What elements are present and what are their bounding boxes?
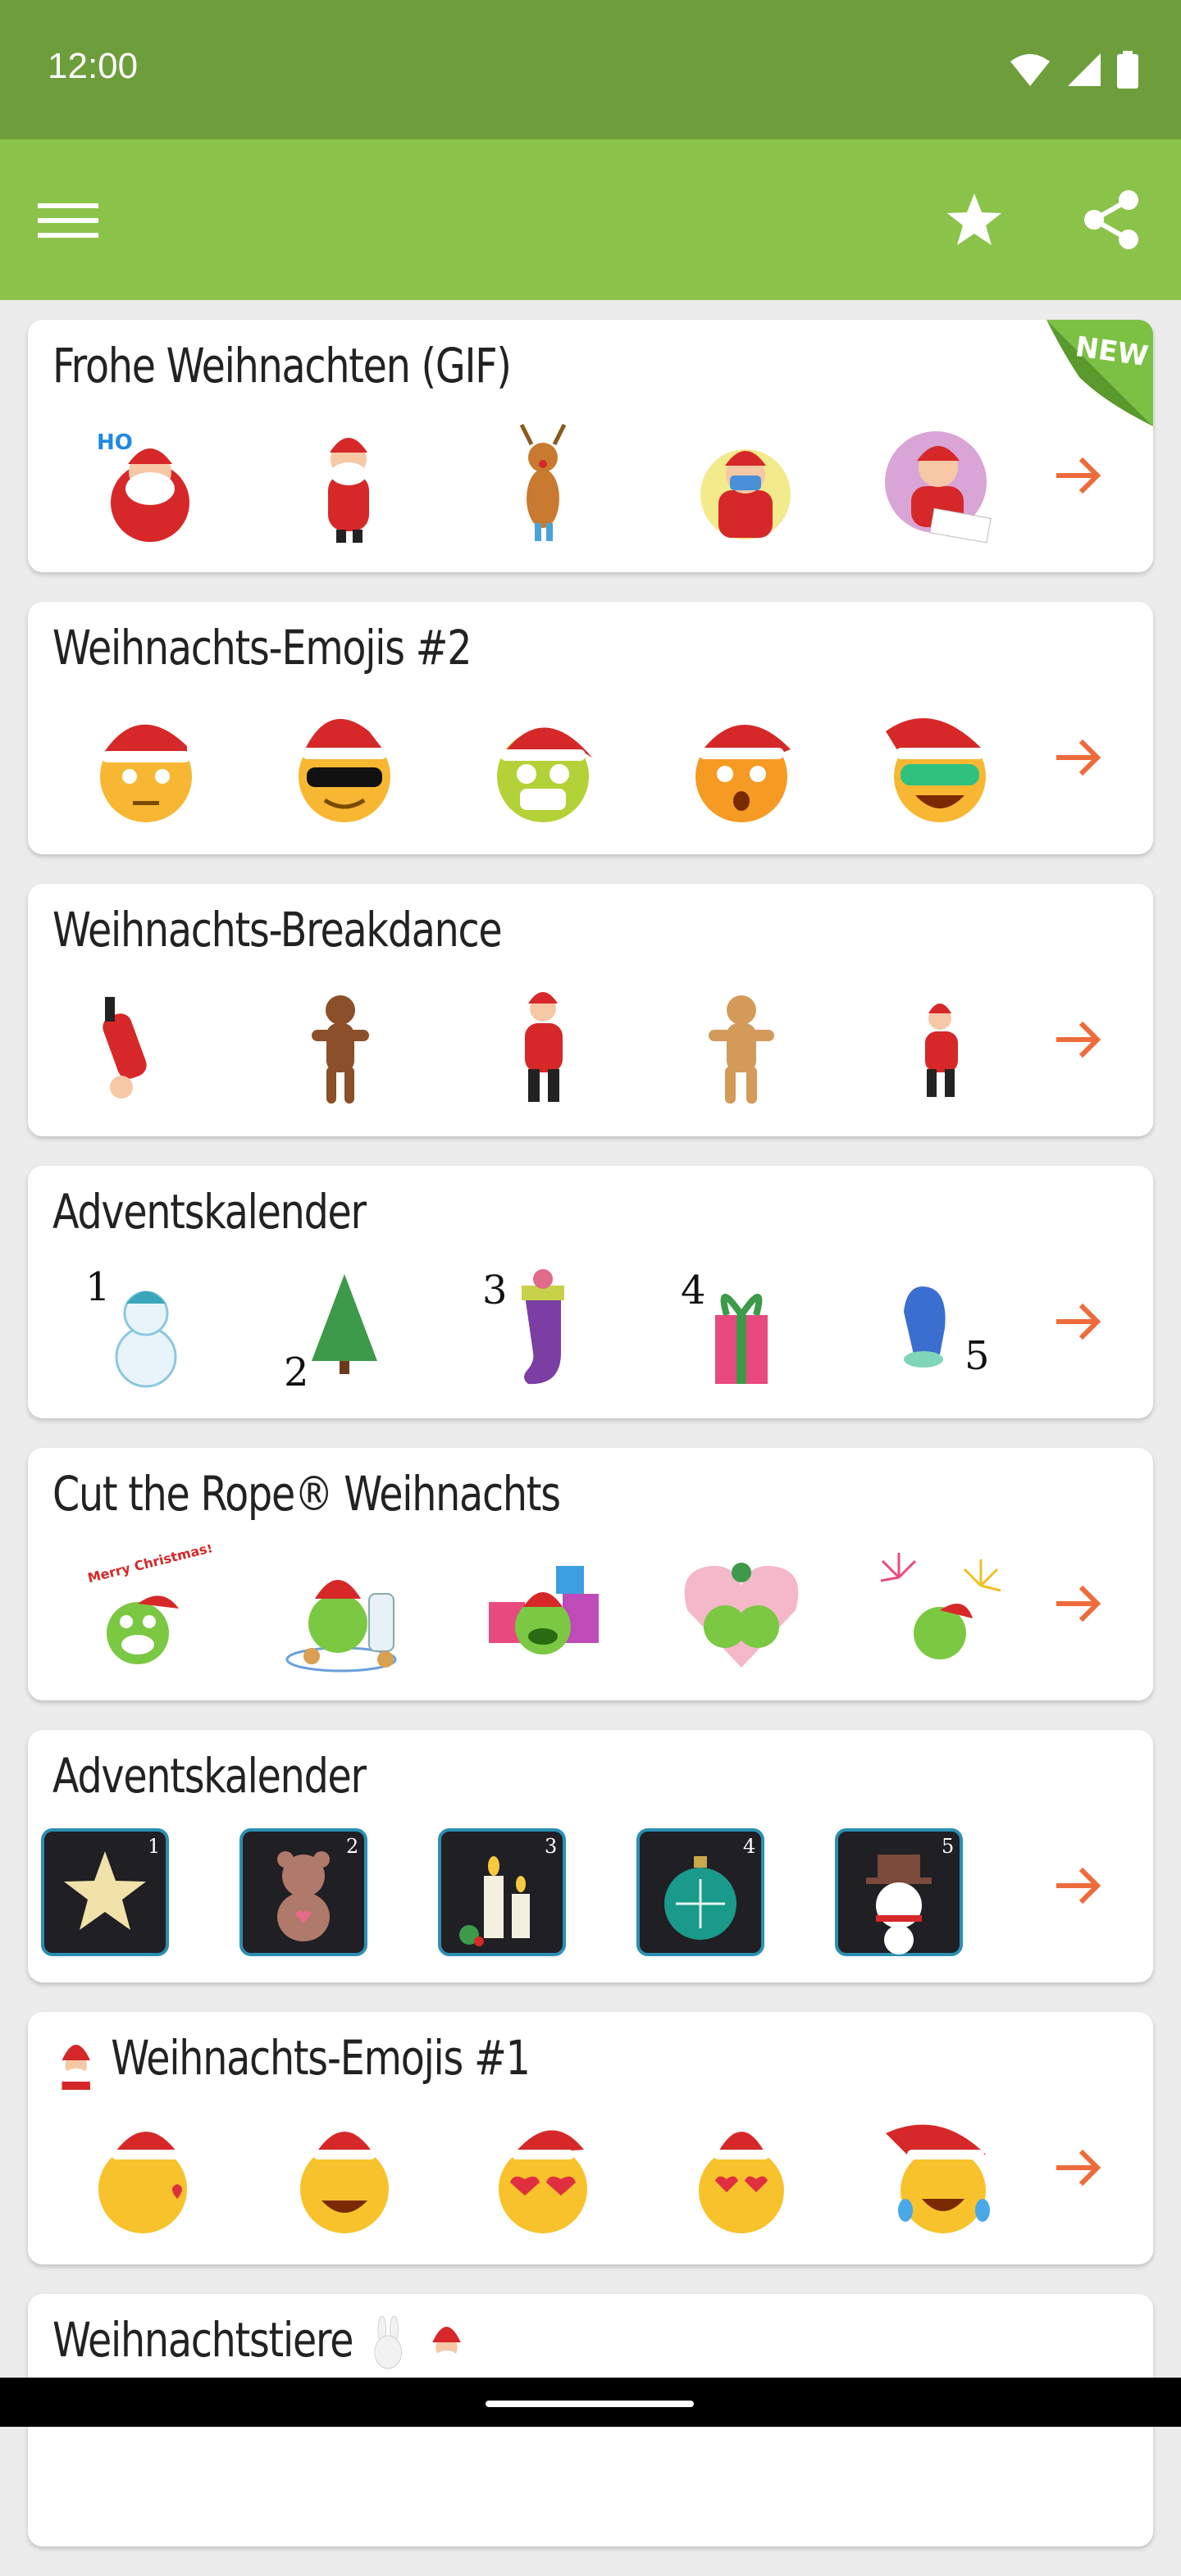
emoji-green-glasses-santa-hat-sticker <box>886 718 986 822</box>
tile-teddy-2-sticker: 2 <box>239 1828 367 1956</box>
status-icons <box>1009 49 1138 90</box>
pack-title: Frohe Weihnachten (GIF) <box>52 338 512 394</box>
sticker-preview-row <box>39 981 1015 1112</box>
tile-candles-3-sticker: 3 <box>438 1828 566 1956</box>
sticker-preview-row <box>39 2109 1015 2240</box>
pack-title: Weihnachtstiere <box>52 2312 470 2372</box>
sticker-number: 4 <box>681 1268 706 1313</box>
santa-ho-ho-sticker: HO <box>97 430 189 542</box>
emoji-sunglasses-santa-hat-sticker <box>299 718 390 822</box>
santa-icon <box>431 2326 461 2370</box>
om-nom-presents-sticker <box>489 1566 599 1654</box>
status-time: 12:00 <box>48 46 139 86</box>
bunny-icon <box>374 2315 402 2369</box>
stocking-3-sticker: 3 <box>482 1268 564 1385</box>
santa-mask-sticker <box>700 449 791 539</box>
santa-dancing-sticker <box>525 992 563 1102</box>
share-button[interactable] <box>1079 187 1145 253</box>
arrow-right-icon <box>1056 2149 1101 2187</box>
sticker-number: 5 <box>964 1333 990 1379</box>
sticker-pack-card[interactable]: Weihnachts-Emojis #2 <box>28 602 1153 854</box>
new-badge: NEW <box>1046 320 1153 426</box>
tile-number: 3 <box>545 1835 557 1858</box>
sticker-preview-row: HO <box>39 416 1015 548</box>
tile-snowman-5-sticker: 5 <box>835 1828 963 1956</box>
emoji-mask-santa-hat-sticker <box>497 727 592 822</box>
pack-title: Adventskalender <box>52 1184 367 1240</box>
emoji-kiss-santa-hat-sticker <box>98 2132 187 2233</box>
tile-number: 4 <box>743 1835 755 1858</box>
wifi-icon <box>1010 54 1050 86</box>
pack-title: Adventskalender <box>52 1748 367 1804</box>
sticker-caption: Merry Christmas! <box>86 1545 212 1586</box>
sticker-preview-row: Merry Christmas! <box>39 1545 1015 1676</box>
gingerbread-man-light-sticker <box>709 995 774 1104</box>
mitten-5-sticker: 5 <box>904 1286 990 1379</box>
tile-star-1-sticker: 1 <box>41 1828 169 1956</box>
om-nom-cookies-milk-sticker <box>285 1580 397 1673</box>
sticker-number: 2 <box>284 1349 309 1394</box>
arrow-right-icon <box>1056 739 1101 776</box>
pack-title: Cut the Rope® Weihnachts <box>52 1466 561 1522</box>
arrow-right-icon <box>1056 1021 1101 1058</box>
sticker-pack-card[interactable]: Frohe Weihnachten (GIF) NEW HO <box>28 320 1153 572</box>
sticker-number: 1 <box>85 1264 111 1310</box>
arrow-right-icon <box>1056 457 1101 494</box>
pack-title-text: Weihnachtstiere <box>52 2312 354 2368</box>
gingerbread-man-sticker <box>312 995 369 1104</box>
home-gesture-handle[interactable] <box>486 2401 694 2407</box>
pack-title: Weihnachts-Emojis #2 <box>52 620 472 676</box>
sticker-pack-card[interactable]: Weihnachts-Emojis #1 <box>28 2012 1153 2264</box>
arrow-right-icon <box>1056 1585 1101 1623</box>
emoji-heart-eyes-santa-hat-sticker <box>699 2132 784 2233</box>
emoji-dizzy-santa-hat-sticker <box>695 724 791 822</box>
svg-text:HO: HO <box>97 430 133 455</box>
tile-number: 5 <box>942 1835 954 1858</box>
arrow-right-icon <box>1056 1867 1101 1905</box>
star-icon <box>947 193 1001 245</box>
santa-breakdance-sticker <box>103 997 147 1099</box>
menu-button[interactable] <box>33 187 103 253</box>
pack-title: Weihnachts-Emojis #1 <box>52 2030 531 2090</box>
emoji-eyeroll-santa-hat-sticker <box>100 724 192 822</box>
emoji-heart-sunglasses-santa-hat-sticker <box>499 2130 587 2233</box>
tree-2-sticker: 2 <box>284 1274 377 1394</box>
reindeer-sticker <box>519 423 567 541</box>
sticker-preview-row: 1 2 3 4 5 <box>39 1827 1015 1958</box>
om-nom-fireworks-sticker <box>880 1553 1001 1659</box>
tile-number: 2 <box>346 1835 358 1858</box>
sticker-number: 3 <box>482 1268 508 1313</box>
sticker-preview-row <box>39 699 1015 830</box>
sticker-pack-card[interactable]: Adventskalender 1 2 3 4 5 <box>28 1730 1153 1982</box>
share-icon <box>1084 190 1138 249</box>
sticker-pack-card[interactable]: Cut the Rope® Weihnachts Merry Christmas… <box>28 1448 1153 1700</box>
sticker-preview-row: 1 2 3 4 5 <box>39 1263 1015 1394</box>
sticker-pack-card[interactable]: Adventskalender 1 2 3 4 5 <box>28 1166 1153 1418</box>
tile-bauble-4-sticker: 4 <box>636 1828 764 1956</box>
om-nom-heart-sticker <box>684 1563 799 1668</box>
om-nom-merry-christmas-sticker: Merry Christmas! <box>86 1545 212 1664</box>
signal-icon <box>1068 53 1101 86</box>
tile-number: 1 <box>148 1835 160 1858</box>
santa-small-dancing-sticker <box>925 1004 958 1097</box>
status-bar: 12:00 <box>0 0 1181 139</box>
sticker-pack-card[interactable]: Weihnachts-Breakdance <box>28 884 1153 1136</box>
pack-title-text: Weihnachts-Emojis #1 <box>111 2030 531 2086</box>
santa-writing-letter-sticker <box>885 431 992 544</box>
app-bar <box>0 139 1181 300</box>
arrow-right-icon <box>1056 1303 1101 1340</box>
santa-phone-sticker <box>328 438 369 543</box>
emoji-grin-santa-hat-sticker <box>300 2132 389 2233</box>
snowman-1-sticker: 1 <box>85 1264 177 1388</box>
hamburger-menu-icon <box>38 203 98 238</box>
gift-4-sticker: 4 <box>681 1268 768 1384</box>
santa-emoji-icon <box>62 2044 90 2090</box>
pack-title: Weihnachts-Breakdance <box>52 902 503 958</box>
battery-icon <box>1117 51 1138 89</box>
emoji-tears-of-joy-santa-hat-sticker <box>886 2124 990 2233</box>
favorites-button[interactable] <box>942 187 1007 253</box>
sticker-pack-list: Frohe Weihnachten (GIF) NEW HO Weihnacht… <box>28 320 1153 2576</box>
